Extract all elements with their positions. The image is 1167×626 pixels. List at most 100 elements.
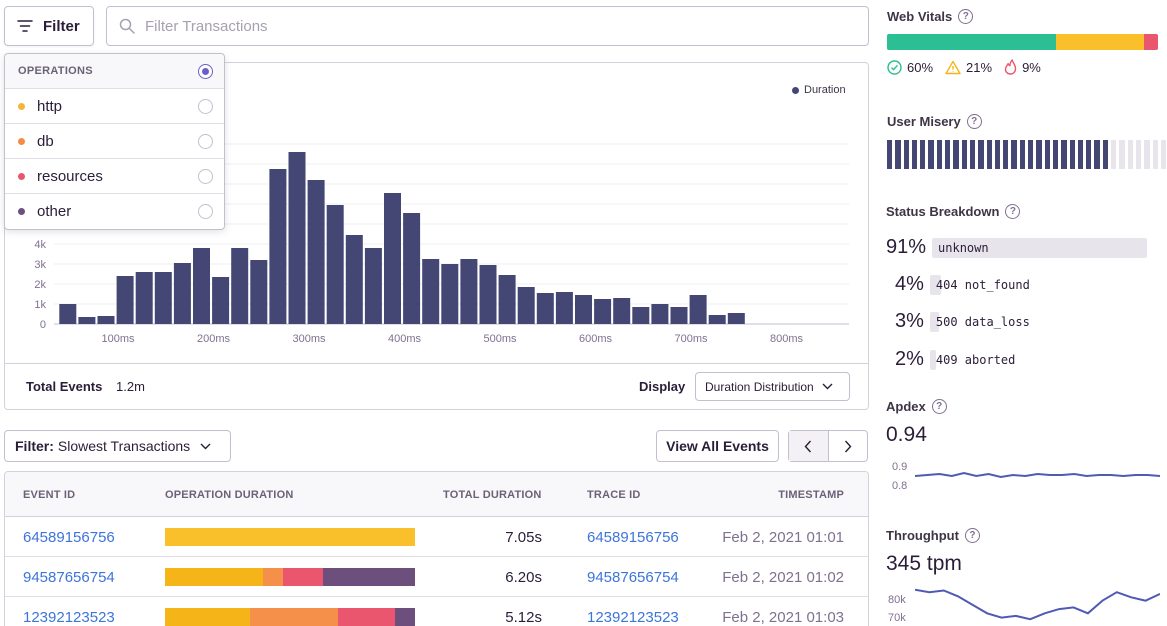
table-row: 12392123523 5.12s 12392123523 Feb 2, 202… — [5, 597, 868, 626]
question-icon[interactable]: ? — [964, 528, 980, 543]
view-all-events-button[interactable]: View All Events — [656, 430, 779, 462]
histogram-bar[interactable] — [441, 264, 459, 324]
operation-item-http[interactable]: http — [5, 89, 224, 124]
histogram-bar[interactable] — [575, 295, 592, 324]
histogram-bar[interactable] — [422, 259, 440, 324]
histogram-bar[interactable] — [116, 276, 134, 324]
col-total-duration[interactable]: TOTAL DURATION — [443, 489, 542, 501]
status-row[interactable]: 2% 409 aborted — [895, 348, 1145, 371]
col-operation-duration[interactable]: OPERATION DURATION — [165, 489, 293, 501]
question-icon[interactable]: ? — [966, 114, 982, 129]
filter-button[interactable]: Filter — [4, 6, 94, 46]
operation-segment[interactable] — [165, 528, 415, 546]
total-duration: 7.05s — [505, 529, 542, 546]
status-row[interactable]: 4% 404 not_found — [895, 273, 1145, 296]
operations-header[interactable]: OPERATIONS — [5, 54, 224, 89]
misery-tick — [911, 140, 918, 169]
misery-tick — [1127, 140, 1133, 169]
histogram-bar[interactable] — [212, 277, 230, 324]
operation-label: resources — [37, 167, 103, 185]
histogram-bar[interactable] — [632, 307, 650, 324]
event-id-link[interactable]: 64589156756 — [23, 529, 115, 546]
operation-segment[interactable] — [262, 568, 283, 586]
pagination — [788, 430, 868, 462]
histogram-bar[interactable] — [498, 275, 516, 324]
other-radio[interactable] — [198, 204, 213, 219]
histogram-bar[interactable] — [727, 313, 745, 324]
histogram-bar[interactable] — [403, 213, 421, 324]
trace-id-link[interactable]: 64589156756 — [587, 529, 679, 546]
event-id-link[interactable]: 94587656754 — [23, 569, 115, 586]
histogram-bar[interactable] — [651, 304, 669, 324]
histogram-bar[interactable] — [517, 287, 535, 324]
operation-segment[interactable] — [250, 608, 338, 626]
histogram-bar[interactable] — [288, 152, 306, 324]
transaction-filter-select[interactable]: Filter: Slowest Transactions — [4, 430, 231, 462]
status-row[interactable]: 3% 500 data_loss — [895, 310, 1145, 333]
histogram-bar[interactable] — [594, 299, 612, 324]
display-select[interactable]: Duration Distribution — [695, 372, 850, 401]
search-bar[interactable] — [106, 6, 869, 46]
histogram-bar[interactable] — [689, 295, 707, 324]
histogram-bar[interactable] — [613, 298, 631, 324]
resources-radio[interactable] — [198, 168, 213, 184]
db-radio[interactable] — [198, 133, 213, 149]
histogram-bar[interactable] — [97, 316, 115, 324]
operations-header-label: OPERATIONS — [18, 65, 93, 77]
operation-item-resources[interactable]: resources — [5, 159, 224, 194]
event-id-link[interactable]: 12392123523 — [23, 609, 115, 626]
operation-item-db[interactable]: db — [5, 124, 224, 159]
apdex-value: 0.94 — [886, 423, 927, 446]
operation-segment[interactable] — [322, 568, 415, 586]
http-radio[interactable] — [198, 98, 213, 114]
trace-id-link[interactable]: 94587656754 — [587, 569, 679, 586]
next-page-button[interactable] — [829, 431, 868, 461]
previous-page-button[interactable] — [789, 431, 829, 461]
histogram-bar[interactable] — [250, 260, 268, 324]
histogram-bar[interactable] — [708, 315, 726, 324]
operation-item-other[interactable]: other — [5, 194, 224, 229]
operations-radio[interactable] — [198, 63, 213, 79]
operation-segment[interactable] — [395, 608, 415, 626]
histogram-bar[interactable] — [154, 272, 172, 324]
resources-color-dot — [18, 172, 25, 180]
status-row[interactable]: 91% unknown — [886, 236, 1148, 259]
histogram-bar[interactable] — [78, 317, 96, 324]
question-icon[interactable]: ? — [958, 9, 974, 24]
operation-segment[interactable] — [165, 568, 263, 586]
question-icon[interactable]: ? — [931, 399, 947, 414]
filter-prefix: Filter: — [15, 438, 54, 454]
operation-segment[interactable] — [165, 608, 250, 626]
histogram-bar[interactable] — [269, 169, 287, 324]
histogram-bar[interactable] — [231, 248, 249, 324]
throughput-value: 345 tpm — [886, 552, 962, 575]
histogram-bar[interactable] — [460, 259, 478, 324]
histogram-bar[interactable] — [59, 304, 77, 324]
operation-segment[interactable] — [337, 608, 395, 626]
histogram-bar[interactable] — [384, 193, 401, 324]
throughput-heading: Throughput ? — [886, 528, 980, 543]
trace-id-link[interactable]: 12392123523 — [587, 609, 679, 626]
histogram-bar[interactable] — [479, 265, 497, 324]
histogram-bar[interactable] — [193, 248, 210, 324]
histogram-bar[interactable] — [345, 235, 363, 324]
col-event-id[interactable]: EVENT ID — [23, 489, 75, 501]
throughput-axis-low: 70k — [888, 612, 906, 624]
histogram-bar[interactable] — [364, 248, 382, 324]
histogram-bar[interactable] — [536, 293, 554, 324]
misery-tick — [1069, 140, 1075, 169]
histogram-bar[interactable] — [173, 263, 191, 324]
search-input[interactable] — [145, 17, 845, 35]
histogram-bar[interactable] — [135, 272, 153, 324]
col-timestamp[interactable]: TIMESTAMP — [778, 489, 844, 501]
histogram-bar[interactable] — [555, 292, 573, 324]
question-icon[interactable]: ? — [1005, 204, 1021, 219]
operation-label: http — [37, 97, 63, 115]
histogram-bar[interactable] — [307, 180, 325, 324]
x-tick-label: 700ms — [674, 333, 708, 345]
histogram-bar[interactable] — [326, 205, 344, 324]
col-trace-id[interactable]: TRACE ID — [587, 489, 641, 501]
histogram-bar[interactable] — [670, 307, 688, 324]
operation-segment[interactable] — [282, 568, 323, 586]
vitals-meh: 21% — [945, 60, 992, 75]
